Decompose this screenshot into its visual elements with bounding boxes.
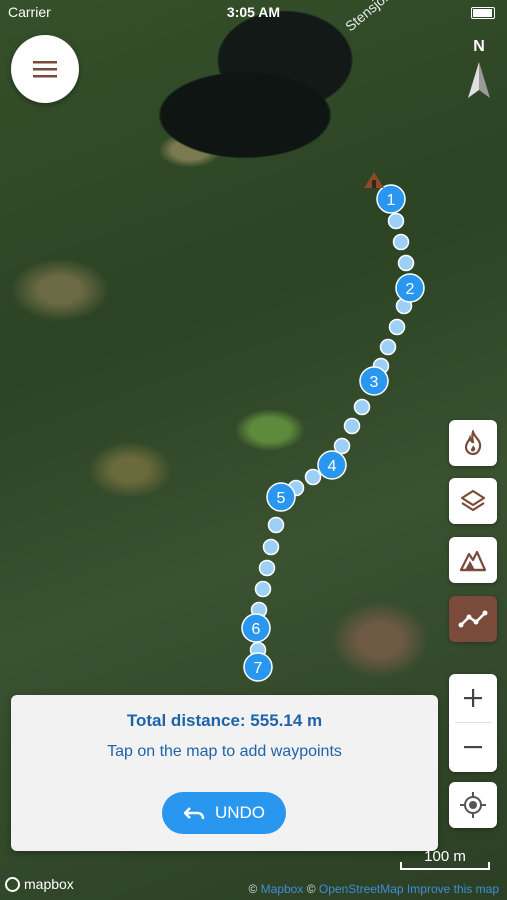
route-midpoint-dot[interactable] [267,516,285,534]
route-measure-icon [458,610,488,628]
route-midpoint-dot[interactable] [262,538,280,556]
add-waypoints-hint: Tap on the map to add waypoints [107,743,342,760]
waypoint-marker[interactable]: 6 [241,613,271,643]
menu-button[interactable] [11,35,79,103]
waypoint-number: 7 [254,660,263,677]
map-layers-button[interactable] [449,478,497,524]
locate-crosshair-icon [460,792,486,818]
locate-me-button[interactable] [449,782,497,828]
north-arrow-icon [468,62,490,98]
waypoint-marker[interactable]: 2 [395,273,425,303]
total-distance-text: Total distance: 555.14 m [126,711,323,730]
route-midpoint-dot[interactable] [343,417,361,435]
campsite-marker-icon [364,172,384,188]
waypoint-number: 4 [328,458,337,475]
route-midpoint-dot[interactable] [304,468,322,486]
mapbox-logo-icon [5,876,20,892]
waypoint-number: 6 [252,621,261,638]
terrain-button[interactable] [449,537,497,583]
route-midpoint-dot[interactable] [353,398,371,416]
waypoint-number: 5 [277,490,286,507]
attribution-copyright: © [248,882,258,896]
plus-icon [464,689,482,707]
waypoint-marker[interactable]: 5 [266,482,296,512]
route-info-panel: Total distance: 555.14 m Tap on the map … [11,695,438,851]
route-midpoint-dot[interactable] [388,318,406,336]
waypoint-marker[interactable]: 4 [317,450,347,480]
route-midpoint-dot[interactable] [254,580,272,598]
compass-north-label: N [473,38,485,55]
route-midpoint-dot[interactable] [379,338,397,356]
waypoint-marker[interactable]: 7 [243,652,273,682]
hamburger-menu-icon [33,61,57,78]
scale-bar: 100 m [400,848,490,870]
mapbox-logo-text: mapbox [24,876,74,892]
route-midpoint-dot[interactable] [258,559,276,577]
attribution-improve-link[interactable]: Improve this map [407,882,499,896]
fire-layer-button[interactable] [449,420,497,466]
attribution-osm-link[interactable]: OpenStreetMap [319,882,404,896]
zoom-control [449,674,497,772]
route-midpoint-dot[interactable] [397,254,415,272]
route-midpoint-dot[interactable] [392,233,410,251]
undo-icon [183,807,205,820]
waypoint-marker[interactable]: 1 [376,184,406,214]
minus-icon [464,746,482,749]
measure-route-button[interactable] [449,596,497,642]
attribution-copyright-osm: © [306,882,316,896]
route-midpoint-dot[interactable] [387,212,405,230]
terrain-icon [459,550,487,572]
map-attribution: © Mapbox © OpenStreetMap Improve this ma… [248,882,499,896]
compass-button[interactable]: N [462,38,496,100]
waypoint-number: 3 [370,374,379,391]
waypoint-number: 1 [387,192,396,209]
scale-line [400,862,490,870]
map-view[interactable]: Carrier 3:05 AM Stensjön 1234567 N Total… [0,0,507,900]
layers-icon [460,489,486,512]
mapbox-logo[interactable]: mapbox [5,876,74,892]
undo-label: UNDO [214,803,266,822]
waypoint-number: 2 [406,281,415,298]
zoom-in-button[interactable] [449,674,497,722]
fire-icon [464,430,482,456]
zoom-out-button[interactable] [449,723,497,771]
attribution-mapbox-link[interactable]: Mapbox [261,882,304,896]
waypoint-marker[interactable]: 3 [359,366,389,396]
undo-button[interactable]: UNDO [162,792,286,834]
